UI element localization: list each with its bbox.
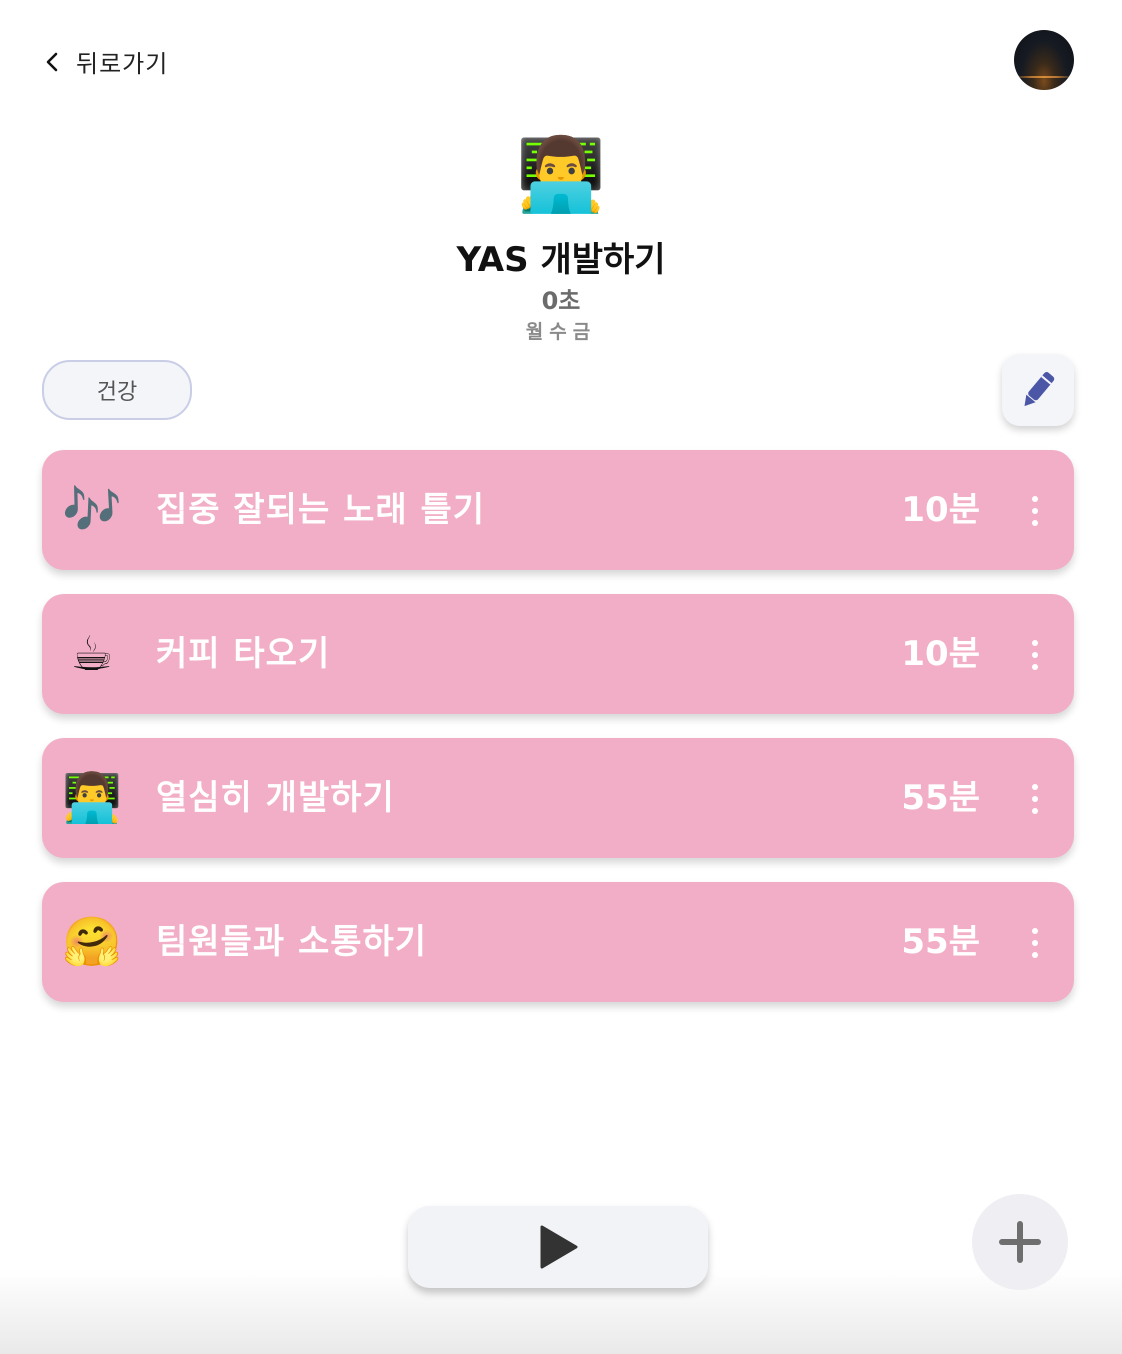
routine-title: YAS 개발하기: [456, 240, 666, 280]
pencil-icon: [1024, 372, 1055, 407]
play-button[interactable]: [408, 1206, 708, 1288]
task-card[interactable]: 👨‍💻 열심히 개발하기 55분: [42, 738, 1074, 858]
music-notes-icon: 🎶: [62, 482, 122, 538]
hugging-face-icon: 🤗: [62, 914, 122, 970]
category-pill[interactable]: 건강: [42, 360, 192, 420]
play-icon: [540, 1225, 578, 1269]
routine-detail-screen: 뒤로가기 👨‍💻 YAS 개발하기 0초 월수금 건강 🎶 집중 잘되는 노래 …: [0, 0, 1122, 1354]
more-vertical-icon[interactable]: [1022, 928, 1048, 958]
coffee-cup-icon: ☕: [70, 626, 114, 682]
chevron-left-icon: [46, 52, 58, 71]
task-card[interactable]: 🤗 팀원들과 소통하기 55분: [42, 882, 1074, 1002]
task-duration: 55분: [901, 922, 980, 962]
task-duration: 10분: [901, 634, 980, 674]
routine-total-time: 0초: [541, 287, 581, 315]
routine-days: 월수금: [525, 321, 597, 343]
category-label: 건강: [96, 380, 138, 405]
developer-icon: 👨‍💻: [62, 770, 122, 826]
avatar[interactable]: [1014, 30, 1074, 90]
plus-icon: [999, 1221, 1041, 1263]
task-duration: 55분: [901, 778, 980, 818]
back-label: 뒤로가기: [76, 50, 169, 78]
task-list: 🎶 집중 잘되는 노래 틀기 10분 ☕ 커피 타오기 10분 👨‍💻 열심히 …: [42, 450, 1074, 1026]
back-button[interactable]: 뒤로가기: [44, 44, 168, 79]
more-vertical-icon[interactable]: [1022, 496, 1048, 526]
task-name: 팀원들과 소통하기: [156, 922, 428, 962]
more-vertical-icon[interactable]: [1022, 784, 1048, 814]
task-card[interactable]: ☕ 커피 타오기 10분: [42, 594, 1074, 714]
task-name: 열심히 개발하기: [156, 778, 395, 818]
task-card[interactable]: 🎶 집중 잘되는 노래 틀기 10분: [42, 450, 1074, 570]
more-vertical-icon[interactable]: [1022, 640, 1048, 670]
routine-icon: 👨‍💻: [516, 132, 606, 216]
task-name: 집중 잘되는 노래 틀기: [156, 490, 486, 530]
add-task-button[interactable]: [972, 1194, 1068, 1290]
task-name: 커피 타오기: [156, 634, 331, 674]
edit-button[interactable]: [1002, 354, 1074, 426]
task-duration: 10분: [901, 490, 980, 530]
